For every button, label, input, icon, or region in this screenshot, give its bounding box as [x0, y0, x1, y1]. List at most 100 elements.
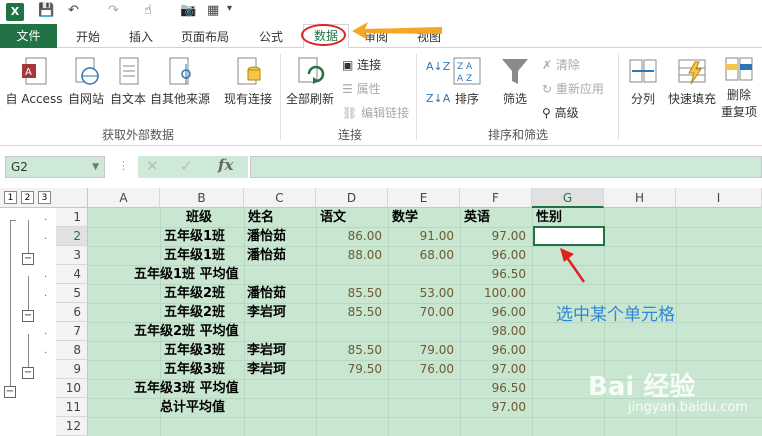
edit-links-button[interactable]: ⛓ 编辑链接: [342, 104, 409, 121]
cell[interactable]: 53.00: [388, 284, 454, 303]
row-header[interactable]: 10: [56, 379, 88, 398]
cell[interactable]: 97.00: [460, 360, 526, 379]
row-header-selected[interactable]: 2: [56, 227, 88, 246]
cell[interactable]: 96.50: [460, 379, 526, 398]
outline-level-3[interactable]: 3: [38, 191, 51, 204]
cell[interactable]: 五年级1班 平均值: [134, 265, 239, 284]
outline-level-2[interactable]: 2: [21, 191, 34, 204]
cell[interactable]: 96.00: [460, 246, 526, 265]
column-header[interactable]: H: [604, 188, 676, 208]
customize-qat-icon[interactable]: ▾: [227, 3, 232, 14]
cell[interactable]: 语文: [320, 208, 346, 227]
cell[interactable]: 五年级3班 平均值: [134, 379, 239, 398]
cell[interactable]: 86.00: [316, 227, 382, 246]
chevron-down-icon[interactable]: ▼: [92, 157, 99, 177]
row-header[interactable]: 4: [56, 265, 88, 284]
cell[interactable]: 85.50: [316, 303, 382, 322]
row-header[interactable]: 7: [56, 322, 88, 341]
tab-insert[interactable]: 插入: [129, 28, 153, 45]
cell[interactable]: 数学: [392, 208, 418, 227]
cancel-icon[interactable]: ✕: [146, 157, 159, 175]
cell[interactable]: 总计平均值: [160, 398, 225, 417]
cell[interactable]: 李岩珂: [247, 360, 286, 379]
cell[interactable]: 68.00: [388, 246, 454, 265]
from-other-sources-button[interactable]: 自其他来源: [148, 56, 212, 107]
cell[interactable]: 潘怡茹: [247, 227, 286, 246]
tab-file[interactable]: 文件: [0, 24, 57, 48]
cell[interactable]: 97.00: [460, 227, 526, 246]
existing-connections-button[interactable]: 现有连接: [222, 56, 274, 107]
column-header[interactable]: A: [88, 188, 160, 208]
outline-level-1[interactable]: 1: [4, 191, 17, 204]
row-header[interactable]: 5: [56, 284, 88, 303]
cell[interactable]: 英语: [464, 208, 490, 227]
cell[interactable]: 97.00: [460, 398, 526, 417]
tab-page-layout[interactable]: 页面布局: [181, 28, 229, 45]
cell[interactable]: 李岩珂: [247, 341, 286, 360]
from-text-button[interactable]: 自文本: [108, 56, 148, 107]
sort-button[interactable]: Z A A Z 排序: [450, 56, 484, 107]
undo-icon[interactable]: ↶: [68, 3, 79, 18]
column-header-selected[interactable]: G: [532, 188, 604, 208]
format-icon[interactable]: ▦: [207, 3, 219, 18]
column-header[interactable]: F: [460, 188, 532, 208]
reapply-button[interactable]: ↻ 重新应用: [542, 80, 604, 97]
cell[interactable]: 100.00: [460, 284, 526, 303]
from-access-button[interactable]: A 自 Access: [4, 56, 64, 107]
cell[interactable]: 潘怡茹: [247, 246, 286, 265]
remove-duplicates-button[interactable]: 删除 重复项: [718, 56, 760, 120]
cell[interactable]: 85.50: [316, 284, 382, 303]
row-header[interactable]: 9: [56, 360, 88, 379]
column-header[interactable]: C: [244, 188, 316, 208]
touch-mode-icon[interactable]: ☝: [144, 3, 152, 18]
column-header[interactable]: B: [160, 188, 244, 208]
selected-cell-g2[interactable]: [533, 226, 605, 246]
row-header[interactable]: 12: [56, 417, 88, 436]
cell[interactable]: 98.00: [460, 322, 526, 341]
advanced-filter-button[interactable]: ⚲ 高级: [542, 104, 579, 121]
cell[interactable]: 五年级1班: [164, 227, 225, 246]
cell[interactable]: 性别: [536, 208, 562, 227]
enter-icon[interactable]: ✓: [180, 157, 193, 175]
collapse-group-icon[interactable]: −: [4, 386, 16, 398]
column-header[interactable]: D: [316, 188, 388, 208]
camera-icon[interactable]: 📷: [180, 3, 196, 18]
cell[interactable]: 五年级1班: [164, 246, 225, 265]
properties-button[interactable]: ☰ 属性: [342, 80, 381, 97]
sort-za-icon[interactable]: Z↓A: [426, 92, 450, 105]
cell[interactable]: 88.00: [316, 246, 382, 265]
cell[interactable]: 79.50: [316, 360, 382, 379]
collapse-group-icon[interactable]: −: [22, 310, 34, 322]
cell[interactable]: 班级: [186, 208, 212, 227]
connections-button[interactable]: ▣ 连接: [342, 56, 381, 73]
row-header[interactable]: 6: [56, 303, 88, 322]
cell[interactable]: 潘怡茹: [247, 284, 286, 303]
cell[interactable]: 96.00: [460, 341, 526, 360]
cell[interactable]: 85.50: [316, 341, 382, 360]
redo-icon[interactable]: ↷: [108, 3, 119, 18]
cell[interactable]: 五年级3班: [164, 360, 225, 379]
cell[interactable]: 96.50: [460, 265, 526, 284]
collapse-group-icon[interactable]: −: [22, 253, 34, 265]
cell[interactable]: 姓名: [248, 208, 274, 227]
collapse-group-icon[interactable]: −: [22, 367, 34, 379]
cell[interactable]: 91.00: [388, 227, 454, 246]
column-header[interactable]: I: [676, 188, 762, 208]
save-icon[interactable]: 💾: [38, 3, 54, 18]
formula-input[interactable]: [250, 156, 762, 178]
text-to-columns-button[interactable]: 分列: [626, 56, 660, 107]
cell[interactable]: 五年级2班 平均值: [134, 322, 239, 341]
sort-az-icon[interactable]: A↓Z: [426, 60, 450, 73]
cell[interactable]: 96.00: [460, 303, 526, 322]
cell[interactable]: 五年级2班: [164, 284, 225, 303]
row-header[interactable]: 3: [56, 246, 88, 265]
refresh-all-button[interactable]: 全部刷新: [284, 56, 336, 107]
cell[interactable]: 五年级2班: [164, 303, 225, 322]
cell[interactable]: 五年级3班: [164, 341, 225, 360]
cell[interactable]: 70.00: [388, 303, 454, 322]
tab-home[interactable]: 开始: [76, 28, 100, 45]
drag-handle-icon[interactable]: ⋮: [118, 159, 129, 172]
flash-fill-button[interactable]: 快速填充: [666, 56, 718, 107]
filter-button[interactable]: 筛选: [498, 56, 532, 107]
from-web-button[interactable]: 自网站: [66, 56, 106, 107]
